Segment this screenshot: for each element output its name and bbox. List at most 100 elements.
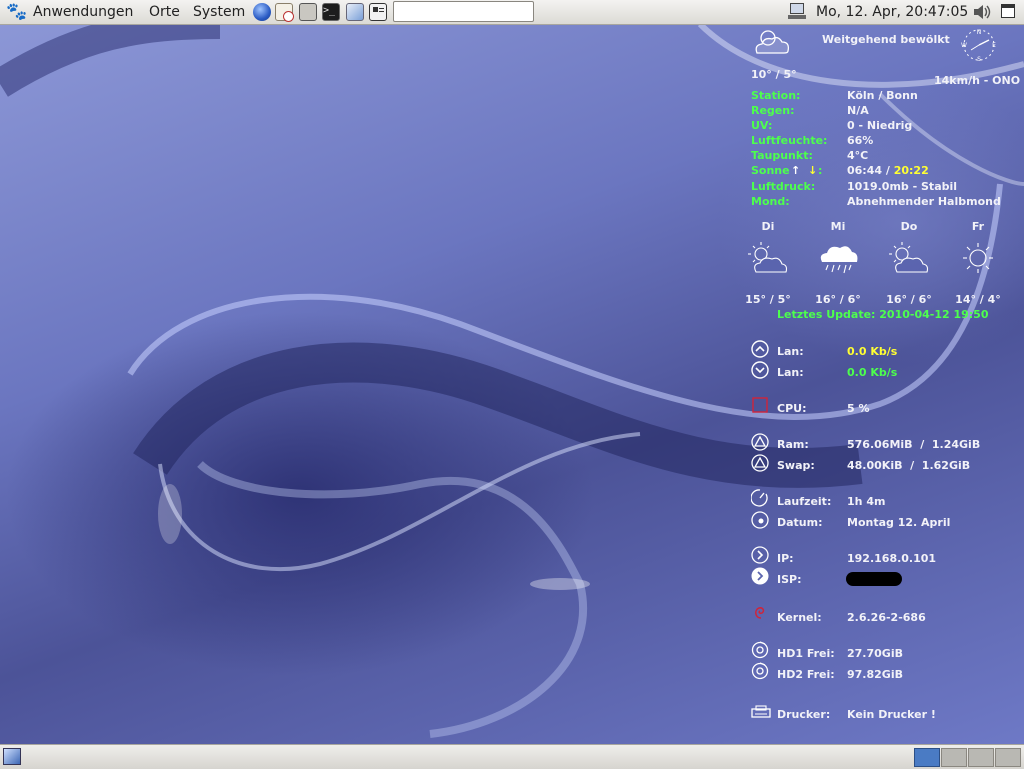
desktop-wallpaper	[0, 24, 1024, 744]
terminal-icon[interactable]: >_	[322, 3, 340, 21]
hd1-value: 27.70GiB	[847, 647, 903, 660]
mail-clock-icon[interactable]	[275, 3, 294, 22]
uptime-value: 1h 4m	[847, 495, 886, 508]
isp-redacted-blot	[846, 572, 902, 586]
system-monitor-icon[interactable]	[369, 3, 387, 21]
ip-chevron-icon	[751, 546, 769, 564]
forecast-temperature: 16° / 6°	[815, 293, 861, 306]
bottom-panel	[0, 744, 1024, 769]
file-manager-icon[interactable]	[299, 3, 317, 21]
web-browser-icon[interactable]	[253, 3, 271, 21]
weather-detail-label: UV:	[751, 119, 773, 132]
sun-separator: :	[818, 164, 823, 177]
weather-current-icon	[752, 25, 792, 57]
isp-label: ISP:	[777, 573, 802, 586]
forecast-day: Mi	[830, 220, 846, 233]
kernel-value: 2.6.26-2-686	[847, 611, 926, 624]
places-menu[interactable]: Orte	[149, 2, 180, 22]
weather-detail-value: N/A	[847, 104, 869, 117]
rain-cloud-icon	[816, 240, 860, 280]
ip-value: 192.168.0.101	[847, 552, 937, 565]
workspace-3[interactable]	[968, 748, 994, 767]
svg-text:N: N	[977, 29, 982, 36]
swap-triangle-icon	[751, 454, 769, 472]
date-dial-icon	[751, 511, 769, 529]
partly-cloudy-icon	[746, 240, 790, 280]
lan-down-value: 0.0 Kb/s	[847, 366, 898, 379]
hd2-disk-icon	[751, 662, 769, 680]
lan-up-label: Lan:	[777, 345, 804, 358]
weather-detail-label: Station:	[751, 89, 801, 102]
weather-condition: Weitgehend bewölkt	[822, 33, 950, 46]
weather-detail-value: 66%	[847, 134, 874, 147]
network-status-icon[interactable]	[787, 3, 807, 20]
workspace-1[interactable]	[914, 748, 940, 767]
svg-text:S: S	[977, 56, 981, 63]
sunset-arrow-icon: ↓	[808, 164, 818, 177]
weather-detail-value: 0 - Niedrig	[847, 119, 913, 132]
window-list-icon[interactable]	[1001, 4, 1015, 18]
volume-icon[interactable]	[972, 3, 992, 21]
weather-detail-label: Sonne	[751, 164, 790, 177]
uptime-clock-icon	[750, 489, 768, 507]
svg-text:E: E	[992, 42, 996, 49]
search-input[interactable]	[393, 1, 534, 22]
swap-label: Swap:	[777, 459, 815, 472]
printer-icon	[751, 704, 771, 721]
swap-value: 48.00KiB / 1.62GiB	[847, 459, 971, 472]
sunrise-time: 06:44	[847, 164, 883, 177]
applications-menu[interactable]: Anwendungen	[33, 2, 133, 22]
weather-detail-label: Luftfeuchte:	[751, 134, 828, 147]
upload-arrow-icon	[751, 340, 769, 358]
top-panel: 🐾 Anwendungen Orte System >_ Mo, 12. Apr…	[0, 0, 1024, 25]
ram-triangle-icon	[751, 433, 769, 451]
gnome-foot-icon[interactable]: 🐾	[6, 2, 27, 22]
weather-detail-label: Luftdruck:	[751, 180, 816, 193]
system-menu[interactable]: System	[193, 2, 245, 22]
uptime-label: Laufzeit:	[777, 495, 832, 508]
printer-label: Drucker:	[777, 708, 831, 721]
cpu-icon	[751, 396, 768, 413]
show-desktop-icon[interactable]	[3, 748, 21, 765]
ram-label: Ram:	[777, 438, 809, 451]
weather-detail-value: 1019.0mb - Stabil	[847, 180, 958, 193]
cpu-value: 5 %	[847, 402, 870, 415]
text-editor-icon[interactable]	[346, 3, 364, 21]
forecast-day: Fr	[971, 220, 985, 233]
isp-chevron-icon	[751, 567, 769, 585]
forecast-day: Do	[900, 220, 918, 233]
weather-wind: 14km/h - ONO	[934, 74, 1021, 87]
weather-detail-value: 4°C	[847, 149, 869, 162]
forecast-temperature: 15° / 5°	[745, 293, 791, 306]
sun-times: 06:44 / 20:22	[847, 164, 929, 177]
hd1-label: HD1 Frei:	[777, 647, 835, 660]
forecast-temperature: 14° / 4°	[955, 293, 1001, 306]
weather-detail-value: Köln / Bonn	[847, 89, 918, 102]
kernel-label: Kernel:	[777, 611, 822, 624]
lan-down-label: Lan:	[777, 366, 804, 379]
sun-times-slash: /	[882, 164, 894, 177]
printer-value: Kein Drucker !	[847, 708, 936, 721]
hd1-disk-icon	[751, 641, 769, 659]
clock[interactable]: Mo, 12. Apr, 20:47:05	[816, 2, 968, 22]
weather-detail-label: Taupunkt:	[751, 149, 813, 162]
hd2-label: HD2 Frei:	[777, 668, 835, 681]
wind-compass-icon: N S W E	[960, 26, 998, 64]
hd2-value: 97.82GiB	[847, 668, 903, 681]
weather-detail-label: Regen:	[751, 104, 795, 117]
cpu-label: CPU:	[777, 402, 807, 415]
sun-icon	[956, 240, 1000, 280]
ram-value: 576.06MiB / 1.24GiB	[847, 438, 981, 451]
forecast-day: Di	[761, 220, 775, 233]
svg-text:W: W	[961, 42, 967, 49]
date-value: Montag 12. April	[847, 516, 951, 529]
wallpaper-swirl	[0, 24, 1024, 738]
weather-detail-label: Mond:	[751, 195, 790, 208]
weather-temperature: 10° / 5°	[751, 68, 797, 81]
weather-detail-value: Abnehmender Halbmond	[847, 195, 1001, 208]
workspace-2[interactable]	[941, 748, 967, 767]
partly-cloudy-icon	[887, 240, 931, 280]
sunrise-arrow-icon: ↑	[791, 164, 801, 177]
download-arrow-icon	[751, 361, 769, 379]
workspace-4[interactable]	[995, 748, 1021, 767]
